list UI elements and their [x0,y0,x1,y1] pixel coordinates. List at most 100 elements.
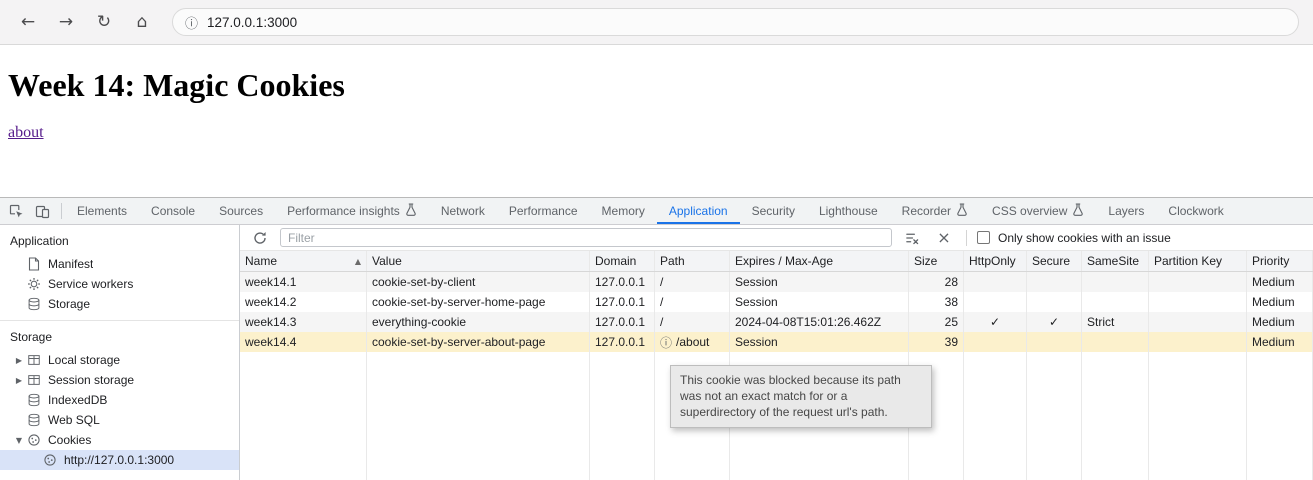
browser-toolbar: ← → ↻ ⌂ ⓘ 127.0.0.1:3000 [0,0,1313,45]
column-header-path[interactable]: Path [655,251,730,271]
flask-icon [956,203,968,219]
refresh-icon[interactable] [248,227,272,249]
sidebar-item-local-storage[interactable]: ▶ Local storage [0,350,239,370]
column-header-domain[interactable]: Domain [590,251,655,271]
cookie-priority: Medium [1247,312,1313,332]
column-header-value[interactable]: Value [367,251,590,271]
tab-memory[interactable]: Memory [590,198,657,224]
column-header-size[interactable]: Size [909,251,964,271]
tab-lighthouse[interactable]: Lighthouse [807,198,890,224]
column-header-name[interactable]: Name ▲ [240,251,367,271]
cookie-secure-check: ✓ [1027,312,1082,332]
devtools-tab-bar: Elements Console Sources Performance ins… [0,198,1313,225]
cookie-filter-input[interactable] [280,228,892,247]
devtools-body: Application Manifest Service workers Sto… [0,225,1313,480]
device-toolbar-icon[interactable] [30,200,54,222]
flask-icon [1072,203,1084,219]
column-header-priority[interactable]: Priority [1247,251,1313,271]
empty-cell [1027,352,1082,480]
cookie-name: week14.3 [240,312,367,332]
tab-performance[interactable]: Performance [497,198,590,224]
tab-elements[interactable]: Elements [65,198,139,224]
document-icon [26,256,42,272]
table-row[interactable]: week14.1 cookie-set-by-client 127.0.0.1 … [240,272,1313,292]
cookie-value: cookie-set-by-server-about-page [367,332,590,352]
reload-icon: ↻ [96,12,112,32]
chevron-collapsed-icon[interactable]: ▶ [12,376,26,385]
column-header-httponly[interactable]: HttpOnly [964,251,1027,271]
only-issues-label: Only show cookies with an issue [998,230,1171,245]
clear-filter-icon[interactable] [900,227,924,249]
sidebar-item-indexeddb[interactable]: IndexedDB [0,390,239,410]
tab-security[interactable]: Security [740,198,807,224]
toolbar-divider [966,229,967,246]
column-header-expires[interactable]: Expires / Max-Age [730,251,909,271]
chevron-collapsed-icon[interactable]: ▶ [12,356,26,365]
column-header-samesite[interactable]: SameSite [1082,251,1149,271]
devtools-tool-icons [0,198,58,224]
sidebar-item-manifest[interactable]: Manifest [0,254,239,274]
cookie-partition-key [1149,332,1247,352]
chevron-expanded-icon[interactable]: ▼ [12,436,26,445]
table-row[interactable]: week14.2 cookie-set-by-server-home-page … [240,292,1313,312]
delete-cookies-icon[interactable]: × [932,227,956,249]
table-header-row: Name ▲ Value Domain Path Expires / Max-A… [240,251,1313,272]
cookie-size: 39 [909,332,964,352]
empty-cell [1082,352,1149,480]
column-header-partition-key[interactable]: Partition Key [1149,251,1247,271]
cookie-path: ⓘ /about [655,332,730,352]
cookie-name: week14.4 [240,332,367,352]
sidebar-item-service-workers[interactable]: Service workers [0,274,239,294]
web-page: Week 14: Magic Cookies about [0,45,1313,197]
tab-css-overview[interactable]: CSS overview [980,198,1096,224]
tab-performance-insights[interactable]: Performance insights [275,198,429,224]
empty-cell [1149,352,1247,480]
sidebar-item-cookies-origin[interactable]: http://127.0.0.1:3000 [0,450,239,470]
cookie-priority: Medium [1247,272,1313,292]
flask-icon [405,203,417,219]
database-icon [26,296,42,312]
cookie-name: week14.2 [240,292,367,312]
home-button[interactable]: ⌂ [128,8,156,36]
tab-recorder[interactable]: Recorder [890,198,980,224]
sort-ascending-icon: ▲ [354,256,361,266]
cookie-value: cookie-set-by-server-home-page [367,292,590,312]
tab-clockwork[interactable]: Clockwork [1156,198,1235,224]
sidebar-section-storage-title: Storage [10,330,53,344]
tab-layers[interactable]: Layers [1096,198,1156,224]
home-icon: ⌂ [136,12,148,32]
cookie-httponly [964,272,1027,292]
forward-button[interactable]: → [52,8,80,36]
table-row[interactable]: week14.3 everything-cookie 127.0.0.1 / 2… [240,312,1313,332]
tab-console[interactable]: Console [139,198,207,224]
tab-sources[interactable]: Sources [207,198,275,224]
only-issues-checkbox[interactable] [977,231,990,244]
tab-application[interactable]: Application [657,198,740,224]
column-header-secure[interactable]: Secure [1027,251,1082,271]
cookie-httponly [964,332,1027,352]
cookie-name: week14.1 [240,272,367,292]
about-link[interactable]: about [8,124,44,142]
site-info-icon[interactable]: ⓘ [185,13,198,32]
cookie-path: / [655,272,730,292]
cookies-pane: × Only show cookies with an issue Name ▲ [240,225,1313,480]
sidebar-item-web-sql[interactable]: Web SQL [0,410,239,430]
sidebar-item-session-storage[interactable]: ▶ Session storage [0,370,239,390]
reload-button[interactable]: ↻ [90,8,118,36]
sidebar-item-cookies[interactable]: ▼ Cookies [0,430,239,450]
cookie-domain: 127.0.0.1 [590,292,655,312]
database-icon [26,412,42,428]
devtools-tabs: Elements Console Sources Performance ins… [65,198,1313,224]
cookie-partition-key [1149,292,1247,312]
tab-network[interactable]: Network [429,198,497,224]
sidebar-item-storage[interactable]: Storage [0,294,239,314]
inspect-element-icon[interactable] [4,200,28,222]
table-row-blocked[interactable]: week14.4 cookie-set-by-server-about-page… [240,332,1313,352]
blocked-info-icon[interactable]: ⓘ [660,334,672,351]
address-bar[interactable]: ⓘ 127.0.0.1:3000 [172,8,1299,36]
cookie-size: 28 [909,272,964,292]
gear-icon [26,276,42,292]
back-button[interactable]: ← [14,8,42,36]
cookie-path-text: /about [676,335,710,349]
cookie-samesite [1082,332,1149,352]
